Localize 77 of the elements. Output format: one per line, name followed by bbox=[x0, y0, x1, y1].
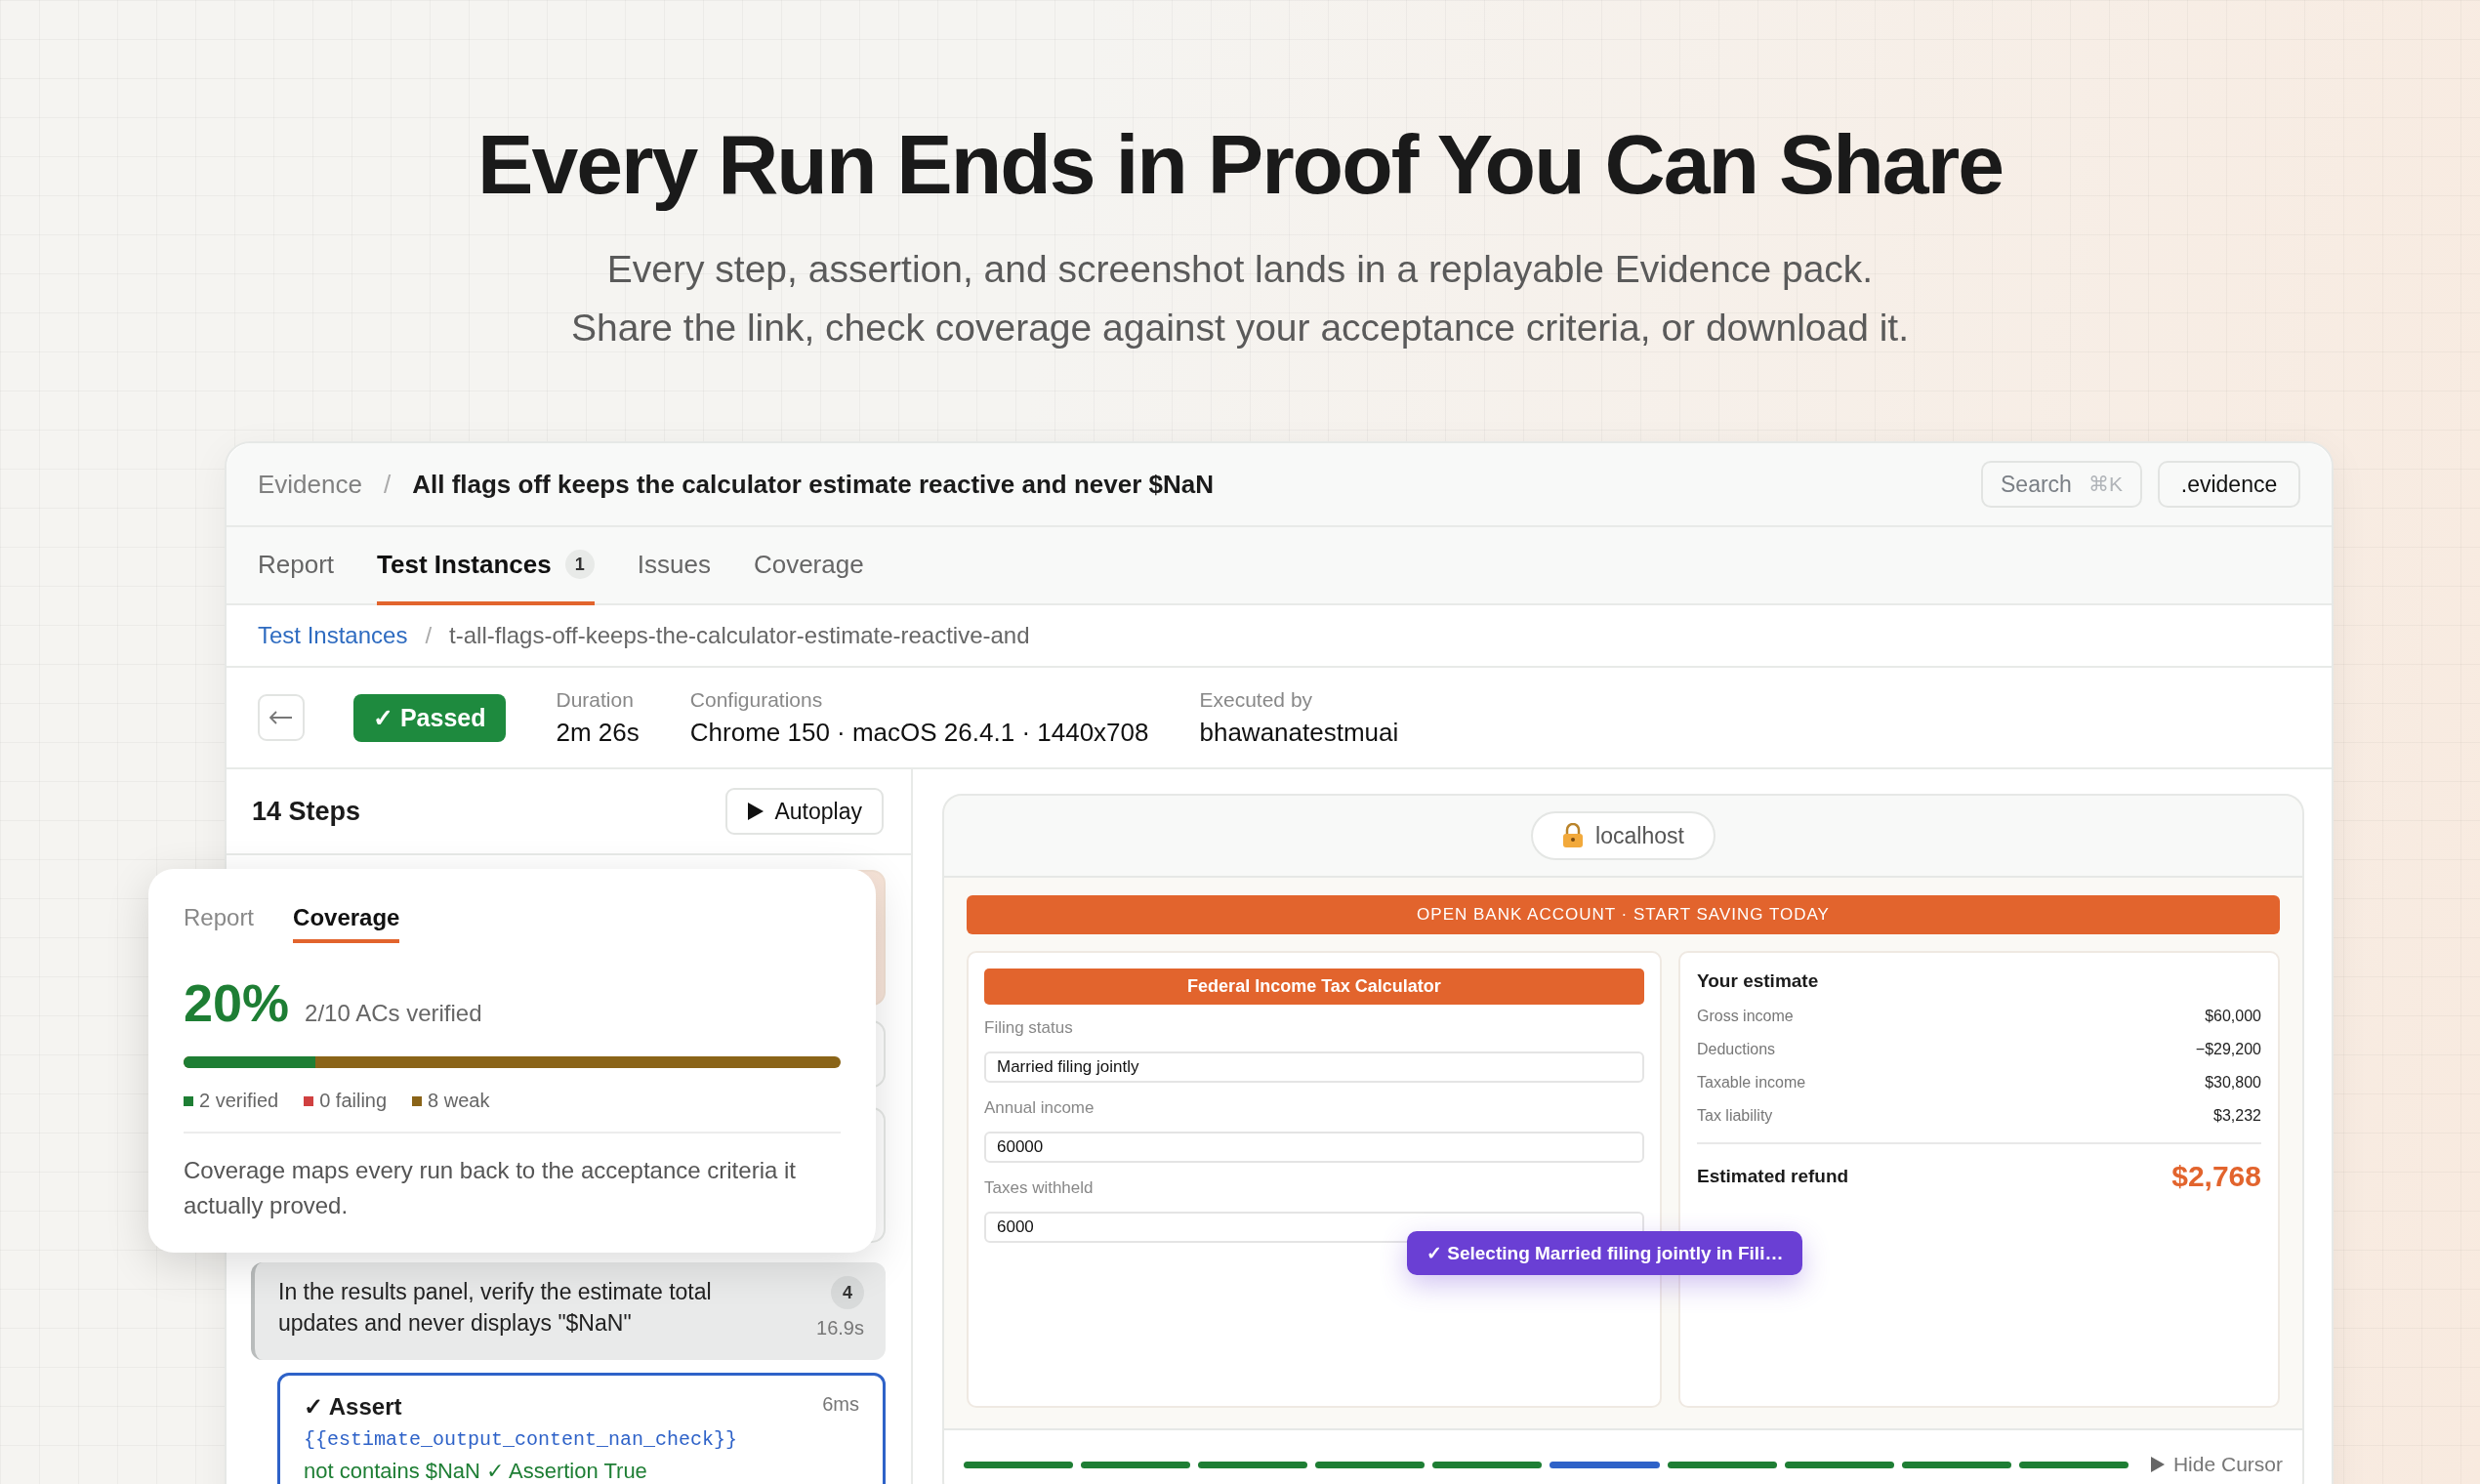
timeline-segment[interactable] bbox=[1315, 1461, 1426, 1468]
assertion-result: not contains $NaN ✓ Assertion True bbox=[304, 1459, 648, 1484]
coverage-summary: 2/10 ACs verified bbox=[305, 1000, 482, 1027]
refund-label: Estimated refund bbox=[1697, 1166, 1849, 1187]
meta-label: Configurations bbox=[689, 687, 824, 712]
tab[interactable]: Report bbox=[258, 527, 335, 605]
input-field[interactable]: 60000 bbox=[984, 1132, 1644, 1163]
steps-title: 14 Steps bbox=[252, 796, 361, 827]
timeline-segment[interactable] bbox=[1198, 1461, 1308, 1468]
field-label: Taxes withheld bbox=[984, 1178, 1095, 1198]
address-bar[interactable]: localhost bbox=[1531, 811, 1715, 860]
hide-cursor-button[interactable]: Hide Cursor bbox=[2149, 1453, 2283, 1476]
back-button[interactable] bbox=[258, 694, 305, 741]
headline: Every Run Ends in Proof You Can Share bbox=[477, 116, 2003, 213]
back-arrow-icon bbox=[269, 711, 293, 724]
tab[interactable]: Coverage bbox=[753, 527, 864, 605]
subheadline: Share the link, check coverage against your acceptance criteria, or download it. bbox=[570, 306, 1910, 350]
count-badge: 1 bbox=[564, 550, 595, 579]
estimate-label: Deductions bbox=[1697, 1041, 1776, 1058]
breadcrumb-separator: / bbox=[383, 469, 392, 500]
tab[interactable]: Issues bbox=[637, 527, 711, 605]
field-label: Filing status bbox=[984, 1018, 1074, 1038]
legend-label: 8 weak bbox=[428, 1090, 490, 1112]
meta-label: Executed by bbox=[1199, 687, 1314, 712]
estimate-value: $60,000 bbox=[2205, 1008, 2261, 1025]
meta-value: bhawanatestmuai bbox=[1199, 717, 1399, 748]
play-icon bbox=[747, 802, 765, 821]
timeline-segment[interactable] bbox=[1784, 1461, 1894, 1468]
timeline-segment[interactable] bbox=[964, 1461, 1074, 1468]
timeline-segment[interactable] bbox=[1432, 1461, 1543, 1468]
breadcrumb-link[interactable]: Evidence bbox=[258, 469, 362, 500]
status-badge: ✓ Passed bbox=[353, 693, 506, 742]
assertion-duration: 6ms bbox=[822, 1393, 859, 1417]
timeline-segment[interactable] bbox=[2018, 1461, 2129, 1468]
meta-value: 2m 26s bbox=[556, 717, 640, 748]
estimate-label: Gross income bbox=[1697, 1008, 1794, 1025]
timeline-segment[interactable] bbox=[1081, 1461, 1191, 1468]
estimate-title: Your estimate bbox=[1697, 970, 1820, 992]
timeline-segment[interactable] bbox=[1550, 1461, 1660, 1468]
legend-label: 0 failing bbox=[319, 1090, 388, 1112]
estimate-value: $30,800 bbox=[2205, 1074, 2261, 1092]
estimate-label: Taxable income bbox=[1697, 1074, 1806, 1092]
estimate-value: $3,232 bbox=[2213, 1107, 2261, 1125]
tab[interactable]: Coverage bbox=[293, 904, 400, 943]
tab[interactable]: Test Instances 1 bbox=[377, 527, 595, 605]
page-title: All flags off keeps the calculator estimate reactive and never $NaN bbox=[412, 469, 1214, 500]
calculator-title: Federal Income Tax Calculator bbox=[984, 969, 1644, 1005]
code-expression: {{estimate_output_content_nan_check}} bbox=[304, 1428, 739, 1451]
meta-value: Chrome 150 · macOS 26.4.1 · 1440x708 bbox=[689, 717, 1149, 748]
step-description: In the results panel, verify the estimate total updates and never displays "$NaN" bbox=[278, 1278, 713, 1338]
estimate-label: Tax liability bbox=[1697, 1107, 1773, 1125]
assertion-title: ✓ Assert bbox=[304, 1393, 402, 1421]
autoplay-button[interactable]: Autoplay bbox=[725, 788, 884, 835]
timeline-segment[interactable] bbox=[1901, 1461, 2011, 1468]
breadcrumb-separator: / bbox=[425, 622, 433, 649]
step-card[interactable]: In the results panel, verify the estimate total updates and never displays "$NaN" 4 16.9s bbox=[251, 1262, 886, 1360]
coverage-description: Coverage maps every run back to the acceptance criteria it actually proved. bbox=[184, 1156, 797, 1220]
lock-icon bbox=[1562, 823, 1585, 848]
step-number: 4 bbox=[831, 1276, 864, 1309]
breadcrumb-link[interactable]: Test Instances bbox=[258, 622, 408, 649]
input-field[interactable]: Married filing jointly bbox=[984, 1051, 1644, 1083]
action-tooltip: ✓ Selecting Married filing jointly in Fili… bbox=[1407, 1231, 1803, 1275]
coverage-percent: 20% bbox=[184, 972, 290, 1033]
tab[interactable]: Report bbox=[184, 904, 255, 943]
assertion-card[interactable]: ✓ Assert 6ms {{estimate_output_content_nan_check}} not contains $NaN ✓ Assertion True bbox=[277, 1373, 886, 1484]
step-duration: 16.9s bbox=[816, 1317, 864, 1340]
search-field[interactable]: Search ⌘K bbox=[1981, 461, 2142, 508]
timeline-segment[interactable] bbox=[1667, 1461, 1777, 1468]
legend-label: 2 verified bbox=[199, 1090, 279, 1112]
meta-label: Duration bbox=[556, 687, 635, 712]
subheadline: Every step, assertion, and screenshot lands in a replayable Evidence pack. bbox=[606, 247, 1874, 292]
breadcrumb-current: t-all-flags-off-keeps-the-calculator-estimate-reactive-and bbox=[449, 622, 1030, 649]
refund-amount: $2,768 bbox=[2171, 1160, 2261, 1193]
estimate-value: −$29,200 bbox=[2195, 1041, 2261, 1058]
play-icon bbox=[2149, 1456, 2166, 1473]
evidence-button[interactable]: .evidence bbox=[2158, 461, 2300, 508]
field-label: Annual income bbox=[984, 1098, 1095, 1118]
